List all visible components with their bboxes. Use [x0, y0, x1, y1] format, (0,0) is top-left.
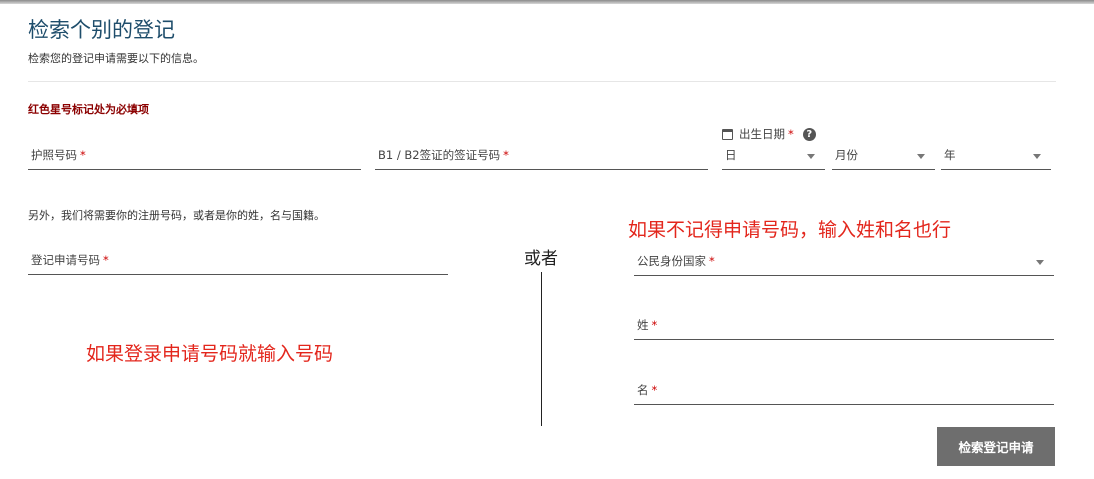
dob-month-select[interactable]: 月份	[832, 146, 935, 170]
required-asterisk: *	[709, 254, 715, 268]
application-number-label: 登记申请号码 *	[31, 253, 109, 267]
annotation-right: 如果不记得申请号码，输入姓和名也行	[628, 219, 952, 241]
required-asterisk: *	[103, 253, 109, 267]
or-separator-line	[541, 272, 542, 426]
first-name-label: 名 *	[637, 383, 658, 397]
or-separator-label: 或者	[524, 249, 558, 269]
page-title: 检索个别的登记	[28, 18, 175, 42]
dob-label: 出生日期 * ?	[722, 126, 816, 142]
dob-year-placeholder: 年	[944, 148, 956, 162]
citizenship-country-label: 公民身份国家 *	[637, 254, 715, 268]
info-text: 另外，我们将需要你的注册号码，或者是你的姓，名与国籍。	[28, 209, 325, 222]
top-border	[0, 0, 1094, 4]
chevron-down-icon	[1036, 260, 1044, 265]
first-name-field[interactable]: 名 *	[634, 381, 1054, 405]
annotation-left: 如果登录申请号码就输入号码	[86, 343, 334, 365]
passport-number-label: 护照号码 *	[31, 148, 86, 162]
required-asterisk: *	[80, 148, 86, 162]
required-asterisk: *	[503, 148, 509, 162]
visa-number-label: B1 / B2签证的签证号码 *	[378, 148, 509, 162]
calendar-icon	[722, 128, 733, 140]
search-application-button[interactable]: 检索登记申请	[937, 427, 1055, 466]
chevron-down-icon	[1033, 154, 1041, 159]
dob-day-select[interactable]: 日	[722, 146, 825, 170]
dob-year-select[interactable]: 年	[941, 146, 1051, 170]
last-name-field[interactable]: 姓 *	[634, 316, 1054, 340]
chevron-down-icon	[917, 154, 925, 159]
passport-number-field[interactable]: 护照号码 *	[28, 146, 361, 170]
page-subtitle: 检索您的登记申请需要以下的信息。	[28, 52, 204, 65]
required-fields-note: 红色星号标记处为必填项	[28, 103, 149, 116]
last-name-label: 姓 *	[637, 318, 658, 332]
divider	[28, 81, 1056, 82]
chevron-down-icon	[807, 154, 815, 159]
required-asterisk: *	[788, 127, 794, 141]
required-asterisk: *	[651, 318, 658, 332]
application-number-field[interactable]: 登记申请号码 *	[28, 251, 448, 275]
required-asterisk: *	[651, 383, 658, 397]
dob-month-placeholder: 月份	[835, 148, 858, 162]
visa-number-field[interactable]: B1 / B2签证的签证号码 *	[375, 146, 708, 170]
help-icon[interactable]: ?	[802, 127, 816, 141]
dob-day-placeholder: 日	[725, 148, 737, 162]
citizenship-country-select[interactable]: 公民身份国家 *	[634, 252, 1054, 276]
